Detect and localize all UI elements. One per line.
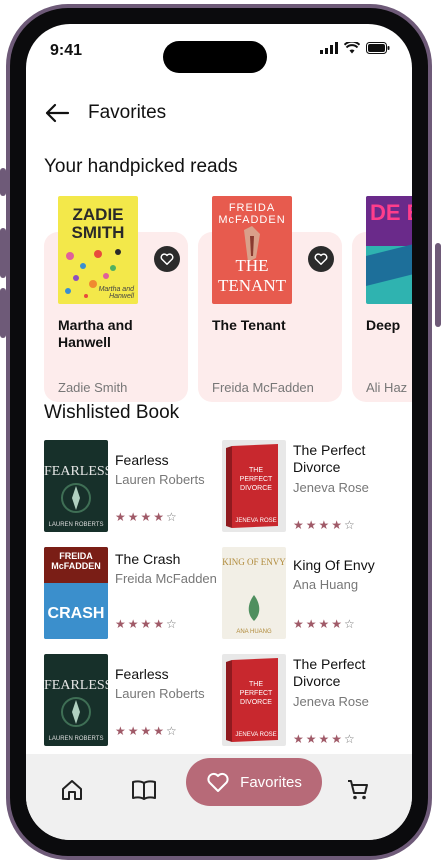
wishlist-item[interactable]: FEARLESS LAUREN ROBERTS Fearless Lauren … [44, 440, 222, 536]
cover-title: FEARLESS [44, 678, 108, 693]
power-button [435, 243, 441, 327]
wishlist-title: Wishlisted Book [44, 402, 180, 423]
wishlist-item[interactable]: FREIDA McFADDEN CRASH The Crash Freida M… [44, 547, 222, 643]
book-cover: ZADIE SMITH Martha and Hanwell [58, 196, 138, 304]
cover-subtitle: JENEVA ROSE [235, 518, 277, 524]
wishlist-item[interactable]: THE PERFECT DIVORCE JENEVA ROSE The Perf… [222, 440, 400, 536]
wishlist-item[interactable]: THE PERFECT DIVORCE JENEVA ROSE The Perf… [222, 654, 400, 750]
book-title: Martha and Hanwell [58, 317, 133, 350]
tab-home[interactable] [52, 770, 92, 810]
favorite-button[interactable] [308, 246, 334, 272]
rating-stars: ★★★★☆ [115, 724, 179, 738]
book-author: Ana Huang [293, 577, 359, 592]
cover-art [61, 697, 91, 727]
book-title: The Perfect Divorce [293, 442, 366, 475]
cover-title: THE PERFECT DIVORCE [239, 467, 273, 492]
cover-art [61, 483, 91, 513]
status-bar: 9:41 [26, 24, 412, 74]
rating-stars: ★★★★☆ [293, 617, 357, 631]
tab-cart[interactable] [338, 770, 378, 810]
heart-icon [160, 253, 174, 265]
book-cover: FREIDA McFADDEN THE TENANT [212, 196, 292, 304]
book-cover: KING OF ENVY ANA HUANG [222, 547, 286, 639]
book-cover: THE PERFECT DIVORCE JENEVA ROSE [222, 654, 286, 746]
book-cover: FEARLESS LAUREN ROBERTS [44, 654, 108, 746]
header: Favorites [26, 94, 412, 134]
book-author: Jeneva Rose [293, 694, 369, 709]
wifi-icon [344, 42, 360, 54]
book-cover: DE E [366, 196, 412, 304]
handpicked-card[interactable]: DE E Deep Ali Haz [352, 196, 412, 402]
book-author: Lauren Roberts [115, 686, 205, 701]
cover-subtitle: Martha and Hanwell [98, 286, 134, 300]
book-author: Freida McFadden [212, 380, 314, 395]
book-title: Deep [366, 317, 401, 333]
favorite-button[interactable] [154, 246, 180, 272]
cover-title: DE E [370, 200, 412, 225]
tab-library[interactable] [124, 770, 164, 810]
book-author: Jeneva Rose [293, 480, 369, 495]
heart-icon [207, 772, 229, 792]
book-author: Zadie Smith [58, 380, 128, 395]
handpicked-card[interactable]: FREIDA McFADDEN THE TENANT The Tenant Fr… [198, 196, 342, 402]
cover-title: KING OF ENVY [222, 557, 286, 567]
tab-favorites-label: Favorites [240, 773, 302, 791]
book-author: Ali Haz [366, 380, 408, 395]
tab-favorites[interactable]: Favorites [186, 758, 322, 806]
cover-subtitle: JENEVA ROSE [235, 732, 277, 738]
cover-subtitle: LAUREN ROBERTS [48, 522, 104, 528]
book-title: King Of Envy [293, 557, 375, 573]
book-title: Fearless [115, 666, 169, 682]
book-cover: FREIDA McFADDEN CRASH [44, 547, 108, 639]
rating-stars: ★★★★☆ [293, 518, 357, 532]
page-title: Favorites [88, 102, 167, 123]
handpicked-title: Your handpicked reads [44, 156, 238, 177]
rating-stars: ★★★★☆ [115, 617, 179, 631]
screen: 9:41 Favorites Your handpicked reads ZAD… [26, 24, 412, 840]
wishlist-item[interactable]: FEARLESS LAUREN ROBERTS Fearless Lauren … [44, 654, 222, 750]
cover-subtitle: THE TENANT [218, 256, 286, 295]
cover-title: FEARLESS [44, 464, 108, 479]
battery-icon [366, 42, 390, 54]
handpicked-list[interactable]: ZADIE SMITH Martha and Hanwell Martha an… [26, 196, 412, 402]
dynamic-island [163, 41, 267, 73]
cover-subtitle: LAUREN ROBERTS [48, 736, 104, 742]
rating-stars: ★★★★☆ [293, 732, 357, 746]
book-title: The Tenant [212, 317, 286, 333]
book-title: The Crash [115, 551, 181, 567]
cart-icon [348, 780, 368, 800]
signal-icon [320, 42, 338, 54]
phone-frame: 9:41 Favorites Your handpicked reads ZAD… [6, 4, 432, 860]
back-arrow-icon[interactable] [42, 98, 72, 128]
wishlist-item[interactable]: KING OF ENVY ANA HUANG King Of Envy Ana … [222, 547, 400, 643]
cover-subtitle: ANA HUANG [236, 629, 272, 635]
book-icon [132, 780, 156, 800]
home-icon [62, 780, 82, 800]
bottom-tab-bar: Favorites [26, 754, 412, 840]
book-cover: THE PERFECT DIVORCE JENEVA ROSE [222, 440, 286, 532]
book-author: Lauren Roberts [115, 472, 205, 487]
book-author: Freida McFadden [115, 571, 217, 586]
cover-title: FREIDA McFADDEN [51, 551, 101, 571]
book-title: The Perfect Divorce [293, 656, 366, 689]
book-title: Fearless [115, 452, 169, 468]
wishlist-grid[interactable]: FEARLESS LAUREN ROBERTS Fearless Lauren … [26, 440, 412, 770]
handpicked-card[interactable]: ZADIE SMITH Martha and Hanwell Martha an… [44, 196, 188, 402]
cover-title: THE PERFECT DIVORCE [239, 681, 273, 706]
status-time: 9:41 [50, 42, 83, 59]
cover-title: ZADIE SMITH [71, 205, 125, 242]
heart-icon [314, 253, 328, 265]
phone-bezel: 9:41 Favorites Your handpicked reads ZAD… [10, 8, 428, 856]
status-icons [320, 42, 390, 54]
book-cover: FEARLESS LAUREN ROBERTS [44, 440, 108, 532]
cover-subtitle: CRASH [47, 605, 105, 622]
rating-stars: ★★★★☆ [115, 510, 179, 524]
